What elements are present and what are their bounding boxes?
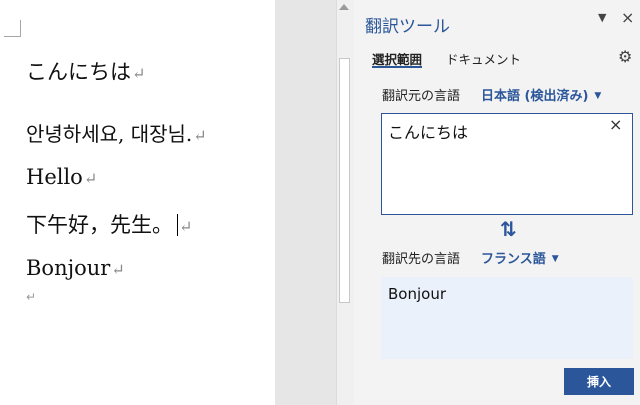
tab-document[interactable]: ドキュメント	[446, 49, 521, 68]
paragraph-text: 안녕하세요, 대장님.	[26, 122, 193, 146]
translated-text: Bonjour	[388, 285, 446, 303]
paragraph-mark-icon: ↵	[179, 217, 193, 236]
doc-paragraph-french[interactable]: Bonjour↵	[26, 256, 125, 280]
tab-selected-indicator	[372, 66, 422, 68]
target-language-dropdown[interactable]: フランス語 ▼	[481, 248, 559, 267]
target-language-label: 翻訳先の言語	[382, 252, 461, 267]
close-icon[interactable]: ×	[621, 8, 634, 27]
paragraph-text: Bonjour	[26, 256, 111, 280]
text-cursor	[177, 214, 178, 236]
doc-paragraph-japanese[interactable]: こんにちは↵	[26, 56, 145, 86]
doc-paragraph-korean[interactable]: 안녕하세요, 대장님.↵	[26, 118, 207, 147]
paragraph-mark-icon: ↵	[132, 64, 146, 83]
swap-languages-icon[interactable]: ⇅	[500, 217, 517, 241]
source-language-dropdown[interactable]: 日本語 (検出済み) ▼	[481, 85, 601, 104]
insert-button-label: 挿入	[586, 375, 611, 389]
insert-button[interactable]: 挿入	[564, 368, 634, 395]
clear-icon[interactable]: ×	[609, 115, 622, 134]
chevron-down-icon: ▼	[594, 91, 602, 101]
target-language-value: フランス語	[481, 252, 546, 267]
paragraph-text: こんにちは	[26, 60, 131, 84]
empty-paragraph-mark-icon: ↵	[26, 290, 37, 304]
scroll-up-arrow-icon[interactable]	[339, 4, 349, 10]
document-gutter	[275, 0, 336, 405]
paragraph-text: Hello	[26, 165, 83, 189]
pane-title: 翻訳ツール	[365, 17, 450, 37]
page-corner-mark	[4, 20, 21, 37]
chevron-down-icon: ▼	[551, 254, 559, 264]
scrollbar-thumb[interactable]	[339, 58, 350, 303]
source-text[interactable]: こんにちは	[388, 119, 468, 143]
doc-paragraph-english[interactable]: Hello↵	[26, 165, 97, 189]
source-language-value: 日本語 (検出済み)	[481, 89, 589, 104]
paragraph-mark-icon: ↵	[111, 260, 125, 279]
source-language-label: 翻訳元の言語	[382, 89, 461, 104]
gear-icon[interactable]: ⚙	[618, 47, 632, 66]
paragraph-mark-icon: ↵	[193, 126, 207, 145]
pane-options-icon[interactable]: ▼	[598, 11, 606, 24]
paragraph-mark-icon: ↵	[83, 169, 98, 188]
paragraph-text: 下午好，先生。	[26, 213, 173, 237]
doc-paragraph-chinese[interactable]: 下午好，先生。 ↵	[26, 209, 192, 239]
